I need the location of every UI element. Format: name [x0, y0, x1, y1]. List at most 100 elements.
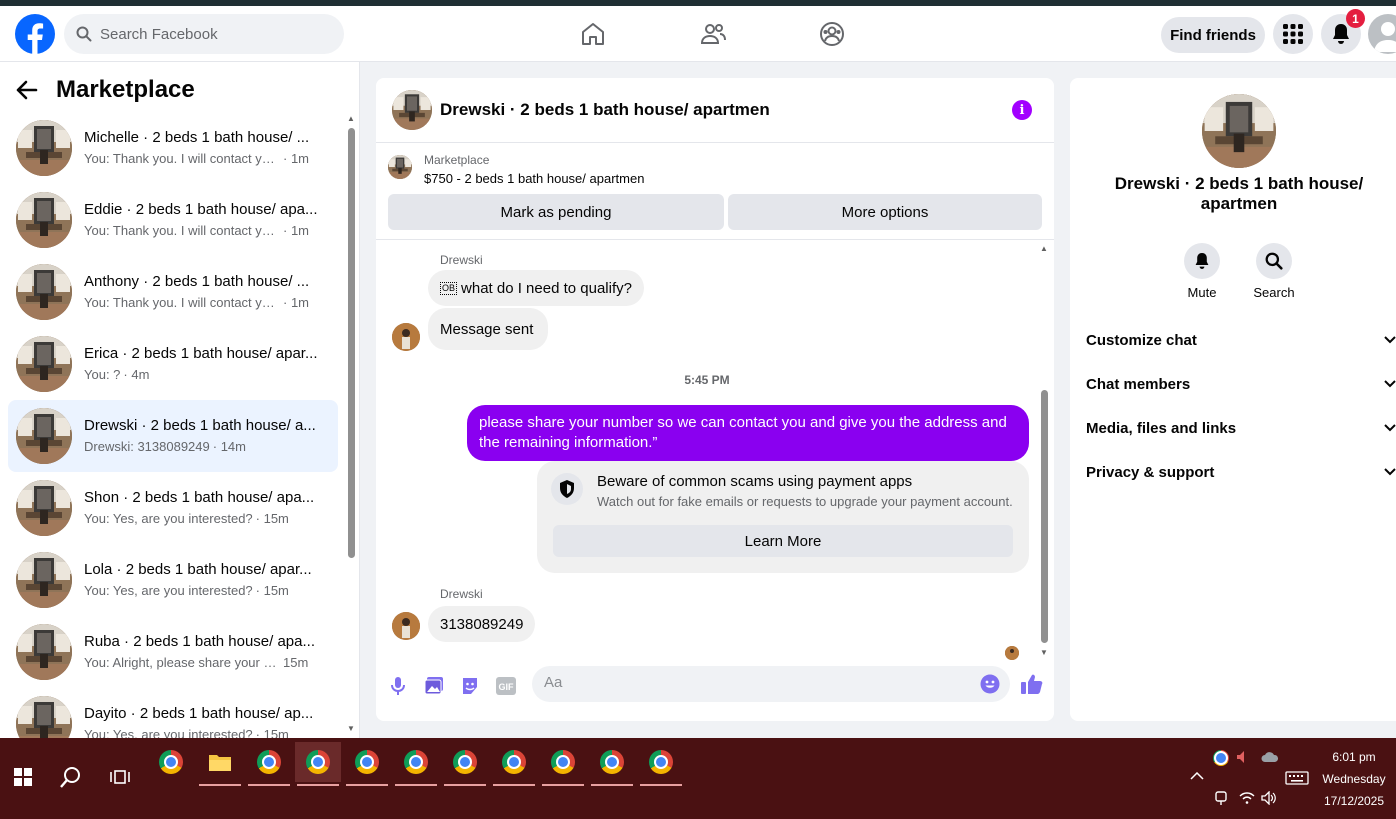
volume-icon[interactable]	[1261, 791, 1277, 805]
sidebar-scrollbar[interactable]	[348, 128, 355, 558]
conversation-title: Drewski · 2 beds 1 bath house/ a...	[84, 417, 316, 434]
conversation-text: Dayito · 2 beds 1 bath house/ ap... You: …	[84, 704, 324, 738]
profile-avatar[interactable]	[1368, 14, 1396, 54]
conversation-item[interactable]: Shon · 2 beds 1 bath house/ apa... You: Y…	[8, 472, 338, 544]
scroll-down-arrow-icon[interactable]: ▼	[347, 724, 355, 733]
conversation-item[interactable]: Lola · 2 beds 1 bath house/ apar... You: …	[8, 544, 338, 616]
incoming-message[interactable]: Message sent	[428, 308, 548, 350]
warning-subtitle: Watch out for fake emails or requests to…	[597, 494, 1013, 509]
chrome-profile-icon[interactable]	[295, 742, 341, 786]
conversation-item[interactable]: Drewski · 2 beds 1 bath house/ a... Drews…	[8, 400, 338, 472]
back-arrow-icon[interactable]	[16, 80, 38, 100]
chrome-profile-icon[interactable]	[442, 742, 488, 786]
gif-icon[interactable]: GIF	[494, 674, 518, 698]
photo-icon[interactable]	[422, 674, 446, 698]
search-box[interactable]	[64, 14, 344, 54]
facebook-logo-icon[interactable]	[15, 14, 55, 54]
conversation-text: Michelle · 2 beds 1 bath house/ ... You: …	[84, 128, 324, 168]
warning-title: Beware of common scams using payment app…	[597, 473, 913, 490]
listing-avatar[interactable]	[1202, 94, 1276, 168]
message-input[interactable]	[544, 674, 964, 691]
chat-header: Drewski · 2 beds 1 bath house/ apartmen …	[376, 78, 1054, 143]
conversation-item[interactable]: Dayito · 2 beds 1 bath house/ ap... You: …	[8, 688, 338, 738]
menu-button[interactable]	[1273, 14, 1313, 54]
chrome-icon[interactable]	[148, 742, 194, 782]
chat-members-section[interactable]: Chat members	[1086, 362, 1396, 406]
meet-now-icon[interactable]	[1214, 790, 1228, 806]
listing-thumbnail[interactable]	[392, 90, 432, 130]
chevron-down-icon	[1384, 380, 1396, 388]
windows-start-icon[interactable]	[14, 768, 32, 786]
listing-small-thumbnail[interactable]	[388, 155, 412, 179]
sender-name: Drewski	[440, 587, 483, 601]
more-options-button[interactable]: More options	[728, 194, 1042, 230]
search-icon	[1265, 252, 1283, 270]
cloud-icon[interactable]	[1261, 751, 1279, 763]
conversation-item[interactable]: Erica · 2 beds 1 bath house/ apar... You:…	[8, 328, 338, 400]
wifi-icon[interactable]	[1239, 792, 1255, 804]
chrome-profile-icon[interactable]	[491, 742, 537, 786]
info-icon[interactable]: i	[1012, 100, 1032, 120]
file-explorer-icon[interactable]	[197, 742, 243, 786]
chat-scroll-up-arrow-icon[interactable]: ▲	[1040, 244, 1048, 253]
find-friends-button[interactable]: Find friends	[1161, 17, 1265, 53]
search-action[interactable]: Search	[1244, 243, 1304, 300]
section-label: Customize chat	[1086, 331, 1197, 349]
groups-icon[interactable]	[818, 20, 846, 48]
scroll-up-arrow-icon[interactable]: ▲	[347, 114, 355, 123]
clock-time[interactable]: 6:01 pm	[1316, 750, 1392, 764]
page-title: Marketplace	[56, 76, 195, 103]
conversation-item[interactable]: Eddie · 2 beds 1 bath house/ apa... You: …	[8, 184, 338, 256]
mark-as-pending-button[interactable]: Mark as pending	[388, 194, 724, 230]
conversation-text: Lola · 2 beds 1 bath house/ apar... You: …	[84, 560, 324, 600]
chrome-profile-icon[interactable]	[344, 742, 390, 786]
listing-price-title[interactable]: $750 - 2 beds 1 bath house/ apartmen	[424, 171, 644, 186]
speaker-muted-icon[interactable]	[1236, 750, 1250, 764]
compose-input-box[interactable]	[532, 666, 1010, 702]
chat-scrollbar[interactable]	[1041, 390, 1048, 643]
mute-action[interactable]: Mute	[1172, 243, 1232, 300]
clock-day[interactable]: Wednesday	[1316, 772, 1392, 786]
listing-thumbnail	[16, 408, 72, 464]
chrome-profile-icon[interactable]	[246, 742, 292, 786]
sender-avatar[interactable]	[392, 612, 420, 640]
friends-icon[interactable]	[699, 20, 727, 48]
home-icon[interactable]	[579, 20, 607, 48]
search-input[interactable]	[100, 25, 320, 43]
conversation-preview-row: You: Yes, are you interested? · 15m	[84, 726, 324, 738]
emoji-icon[interactable]	[980, 674, 1000, 694]
chrome-profile-icon[interactable]	[638, 742, 684, 786]
chat-scroll-down-arrow-icon[interactable]: ▼	[1040, 648, 1048, 657]
conversation-item[interactable]: Anthony · 2 beds 1 bath house/ ... You: T…	[8, 256, 338, 328]
customize-chat-section[interactable]: Customize chat	[1086, 318, 1396, 362]
conversation-text: Anthony · 2 beds 1 bath house/ ... You: T…	[84, 272, 324, 312]
sticker-icon[interactable]	[458, 674, 482, 698]
conversation-item[interactable]: Michelle · 2 beds 1 bath house/ ... You: …	[8, 112, 338, 184]
sender-name: Drewski	[440, 253, 483, 267]
tray-app-icon[interactable]	[1213, 750, 1229, 766]
conversation-item[interactable]: Ruba · 2 beds 1 bath house/ apa... You: A…	[8, 616, 338, 688]
outgoing-message[interactable]: please share your number so we can conta…	[467, 405, 1029, 461]
chat-title[interactable]: Drewski · 2 beds 1 bath house/ apartmen	[440, 100, 770, 120]
privacy-support-section[interactable]: Privacy & support	[1086, 450, 1396, 494]
microphone-icon[interactable]	[386, 674, 410, 698]
thumbs-up-icon[interactable]	[1020, 672, 1044, 696]
clock-date[interactable]: 17/12/2025	[1311, 794, 1396, 808]
conversation-preview-row: You: Alright, please share your nu... 15m	[84, 654, 324, 672]
task-view-icon[interactable]	[110, 768, 130, 786]
chrome-profile-icon[interactable]	[540, 742, 586, 786]
incoming-message[interactable]: OB what do I need to qualify?	[428, 270, 644, 306]
keyboard-icon[interactable]	[1285, 771, 1309, 785]
learn-more-button[interactable]: Learn More	[553, 525, 1013, 557]
chrome-profile-icon[interactable]	[393, 742, 439, 786]
incoming-message[interactable]: 3138089249	[428, 606, 536, 642]
media-files-links-section[interactable]: Media, files and links	[1086, 406, 1396, 450]
conversation-time: · 15m	[255, 583, 289, 598]
search-icon[interactable]	[60, 766, 82, 788]
show-hidden-icons-chevron-icon[interactable]	[1190, 772, 1204, 780]
message-thread: Drewski OB what do I need to qualify? Me…	[376, 240, 1054, 664]
chrome-profile-icon[interactable]	[589, 742, 635, 786]
apps-grid-icon	[1283, 24, 1303, 44]
listing-thumbnail	[16, 336, 72, 392]
sender-avatar[interactable]	[392, 323, 420, 351]
